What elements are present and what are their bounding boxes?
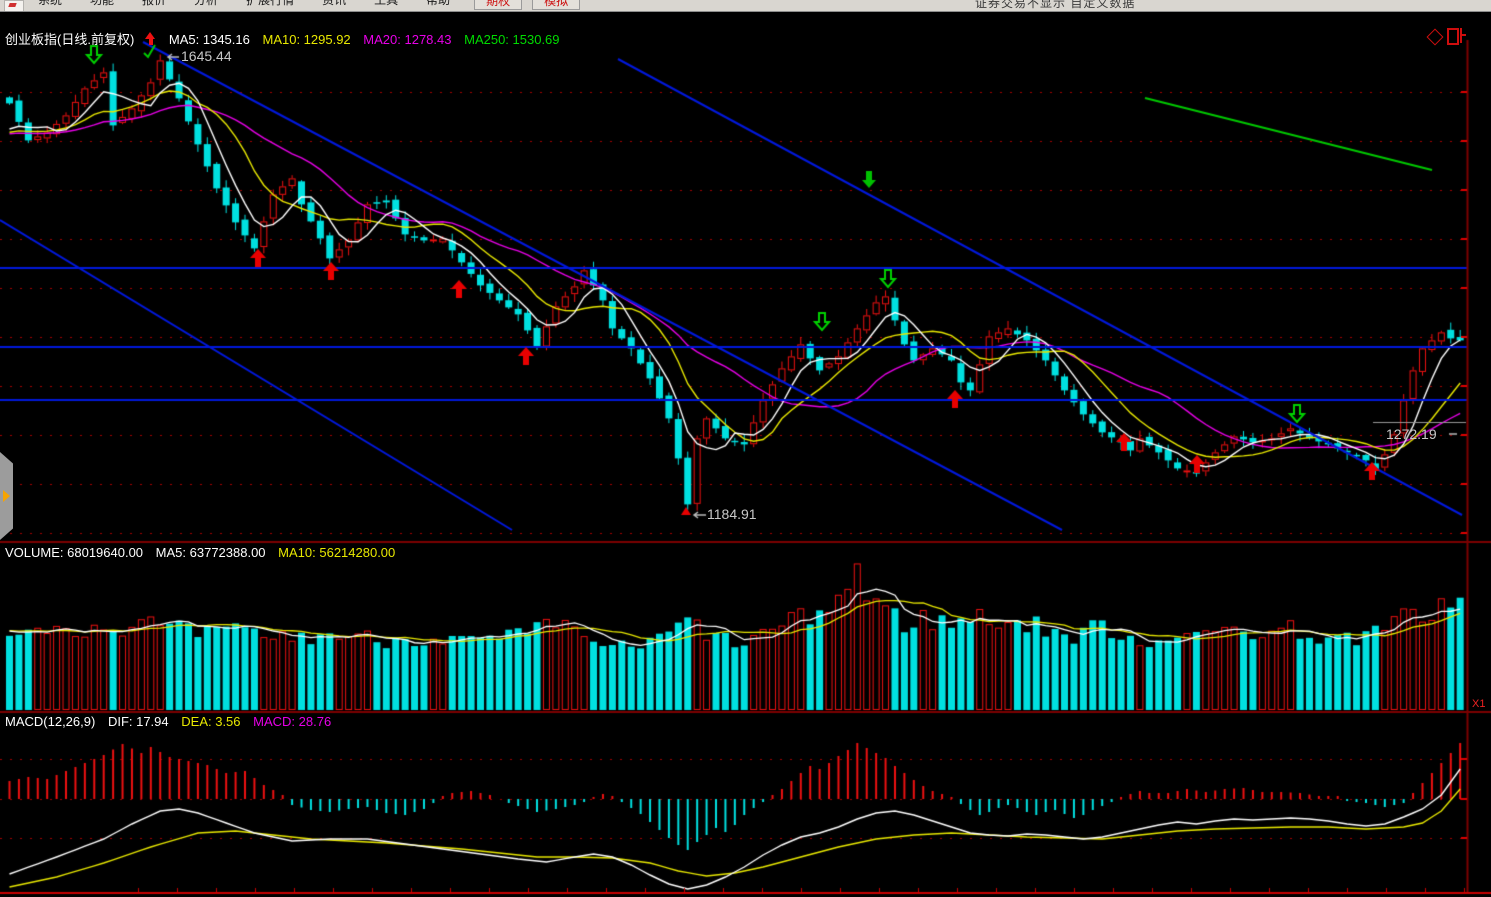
dea-value: DEA: 3.56: [181, 714, 240, 729]
main-chart-header: 创业板指(日线.前复权) MA5: 1345.16 MA10: 1295.92 …: [5, 29, 569, 48]
expand-arrow-icon: [3, 490, 10, 502]
trading-terminal-window: 系统 功能 报价 分析 扩展行情 资讯 工具 帮助 期权 模拟 证券交易不显示 …: [0, 0, 1491, 897]
ma10-value: MA10: 1295.92: [262, 32, 350, 47]
macd-value: MACD: 28.76: [253, 714, 331, 729]
high-price-label: 1645.44: [181, 48, 232, 64]
low-price-label: 1184.91: [707, 506, 757, 522]
split-window-icon[interactable]: [1447, 28, 1466, 43]
chart-canvas[interactable]: [0, 0, 1491, 897]
chart-title: 创业板指(日线.前复权): [5, 32, 134, 47]
volume-value: VOLUME: 68019640.00: [5, 545, 143, 560]
vol-ma5-value: MA5: 63772388.00: [156, 545, 266, 560]
ref-price-label: 1272.19: [1386, 426, 1437, 442]
vol-ma10-value: MA10: 56214280.00: [278, 545, 395, 560]
macd-title: MACD(12,26,9): [5, 714, 95, 729]
ma250-value: MA250: 1530.69: [464, 32, 559, 47]
volume-header: VOLUME: 68019640.00 MA5: 63772388.00 MA1…: [5, 545, 404, 560]
macd-header: MACD(12,26,9) DIF: 17.94 DEA: 3.56 MACD:…: [5, 714, 340, 729]
dif-value: DIF: 17.94: [108, 714, 169, 729]
ma20-value: MA20: 1278.43: [363, 32, 451, 47]
scale-indicator: X1: [1472, 698, 1485, 710]
sidebar-handle[interactable]: [0, 452, 13, 540]
ma5-value: MA5: 1345.16: [169, 32, 250, 47]
red-up-arrow-icon: [145, 32, 156, 45]
